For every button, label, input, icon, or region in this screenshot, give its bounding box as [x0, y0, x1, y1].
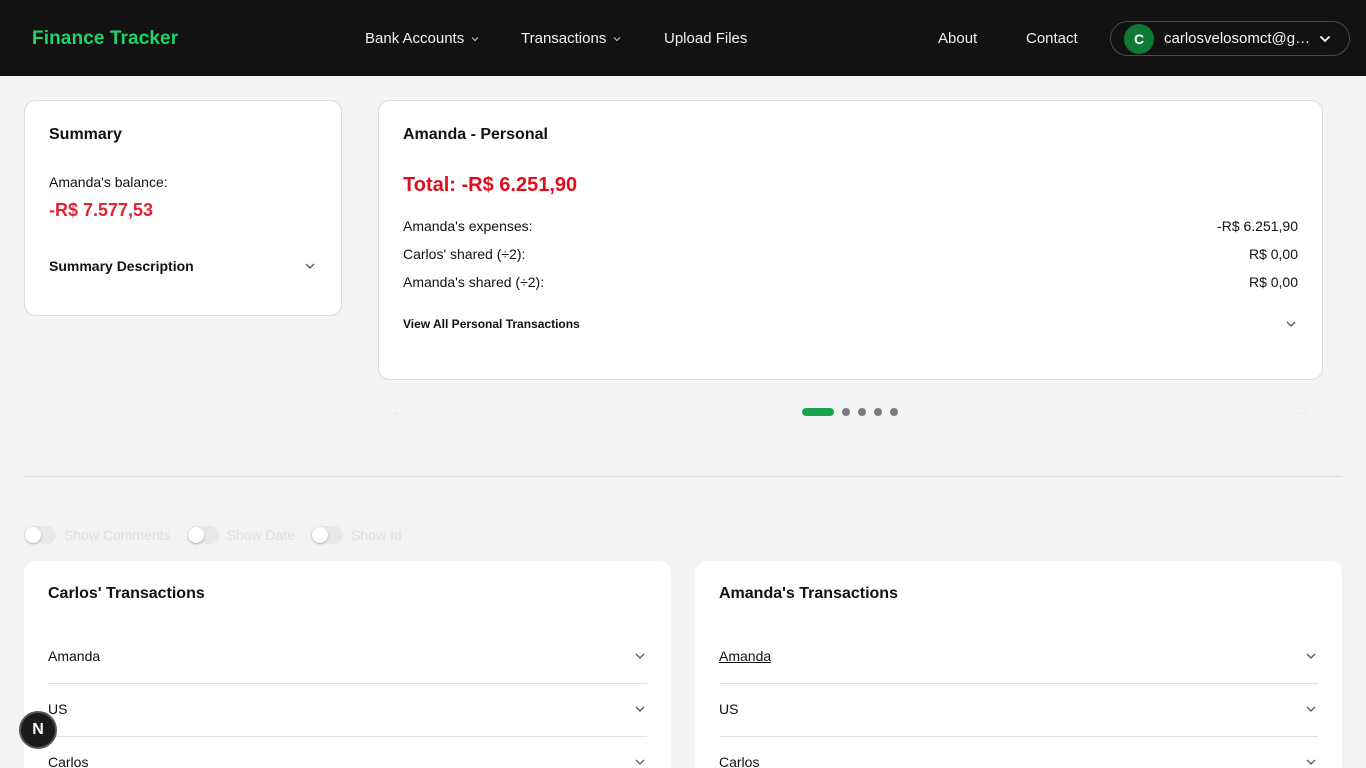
show-date-toggle[interactable]: Show Date	[186, 526, 296, 544]
divider	[48, 683, 647, 684]
avatar: C	[1124, 23, 1154, 54]
chevron-down-icon	[1306, 653, 1316, 659]
row-value: R$ 0,00	[1248, 274, 1298, 290]
summary-description-toggle[interactable]: Summary Description	[49, 258, 317, 274]
carlos-transactions-panel: Carlos' Transactions Amanda US Carlos	[24, 561, 671, 768]
chevron-down-icon	[1306, 759, 1316, 765]
row-label: Carlos' shared (÷2):	[403, 246, 526, 262]
nav-bank-accounts-label: Bank Accounts	[365, 30, 465, 47]
dev-tools-badge[interactable]: N	[19, 711, 57, 749]
chevron-down-icon	[635, 653, 645, 659]
group-label: Amanda	[48, 648, 101, 664]
expense-row: Carlos' shared (÷2): R$ 0,00	[403, 246, 1298, 262]
toggle-switch[interactable]	[311, 526, 344, 544]
summary-description-label: Summary Description	[49, 258, 194, 274]
amanda-transactions-panel: Amanda's Transactions Amanda US Carlos	[695, 561, 1342, 768]
summary-card: Summary Amanda's balance: -R$ 7.577,53 S…	[24, 100, 342, 316]
chevron-down-icon	[471, 36, 479, 41]
nav-contact[interactable]: Contact	[1026, 30, 1078, 47]
group-label: Amanda	[719, 648, 772, 664]
group-label: Carlos	[719, 754, 760, 768]
nav-bank-accounts[interactable]: Bank Accounts	[365, 30, 480, 47]
personal-card-title: Amanda - Personal	[403, 126, 548, 143]
toggle-switch[interactable]	[186, 526, 219, 544]
chevron-down-icon	[1286, 321, 1296, 327]
panel-title: Carlos' Transactions	[48, 585, 205, 602]
brand-logo[interactable]: Finance Tracker	[32, 28, 178, 50]
toggle-label: Show Date	[226, 527, 296, 543]
transaction-group-carlos[interactable]: Carlos	[719, 754, 1318, 768]
view-all-label: View All Personal Transactions	[403, 317, 580, 331]
group-label: US	[48, 701, 68, 717]
chevron-down-icon	[613, 36, 621, 41]
carousel-dot[interactable]	[874, 408, 882, 416]
personal-summary-card: Amanda - Personal Total: -R$ 6.251,90 Am…	[378, 100, 1323, 380]
carousel-dot[interactable]	[802, 408, 834, 416]
nav-transactions[interactable]: Transactions	[521, 30, 622, 47]
nav-upload-files-label: Upload Files	[664, 30, 748, 47]
show-comments-toggle[interactable]: Show Comments	[24, 526, 171, 544]
carousel-indicators	[802, 408, 898, 416]
chevron-down-icon	[635, 706, 645, 712]
expense-row: Amanda's shared (÷2): R$ 0,00	[403, 274, 1298, 290]
chevron-down-icon	[635, 759, 645, 765]
display-toggles: Show Comments Show Date Show Id	[24, 526, 418, 544]
nav-about-label: About	[938, 30, 978, 47]
top-navbar: Finance Tracker Bank Accounts Transactio…	[0, 0, 1366, 76]
group-label: Carlos	[48, 754, 89, 768]
nav-upload-files[interactable]: Upload Files	[664, 30, 747, 47]
group-label: US	[719, 701, 739, 717]
badge-letter: N	[32, 721, 44, 738]
row-label: Amanda's expenses:	[403, 218, 533, 234]
transaction-group-amanda[interactable]: Amanda	[48, 648, 647, 664]
chevron-down-icon	[305, 263, 315, 269]
carousel-next-button[interactable]: →	[1296, 403, 1310, 419]
row-value: R$ 0,00	[1248, 246, 1298, 262]
transaction-group-amanda[interactable]: Amanda	[719, 648, 1318, 664]
carousel-dot[interactable]	[858, 408, 866, 416]
divider	[48, 736, 647, 737]
panel-title: Amanda's Transactions	[719, 585, 898, 602]
carousel-dot[interactable]	[890, 408, 898, 416]
transaction-group-carlos[interactable]: Carlos	[48, 754, 647, 768]
user-email: carlosvelosomct@gmail.com	[1164, 30, 1312, 47]
divider	[719, 736, 1318, 737]
nav-about[interactable]: About	[938, 30, 977, 47]
summary-title: Summary	[49, 126, 122, 143]
user-menu-button[interactable]: C carlosvelosomct@gmail.com	[1110, 21, 1350, 56]
nav-contact-label: Contact	[1026, 30, 1078, 47]
divider	[719, 683, 1318, 684]
row-value: -R$ 6.251,90	[1217, 218, 1298, 234]
chevron-down-icon	[1306, 706, 1316, 712]
nav-transactions-label: Transactions	[521, 30, 607, 47]
balance-value: -R$ 7.577,53	[49, 200, 154, 220]
balance-label: Amanda's balance:	[49, 174, 168, 190]
transaction-group-us[interactable]: US	[719, 701, 1318, 717]
carousel-dot[interactable]	[842, 408, 850, 416]
toggle-label: Show Comments	[64, 527, 171, 543]
expense-row: Amanda's expenses: -R$ 6.251,90	[403, 218, 1298, 234]
chevron-down-icon	[1320, 35, 1330, 42]
toggle-switch[interactable]	[24, 526, 56, 544]
personal-total: Total: -R$ 6.251,90	[403, 174, 578, 196]
row-label: Amanda's shared (÷2):	[403, 274, 545, 290]
toggle-label: Show Id	[351, 527, 402, 543]
transaction-group-us[interactable]: US	[48, 701, 647, 717]
view-all-personal-toggle[interactable]: View All Personal Transactions	[403, 317, 1298, 331]
carousel-prev-button[interactable]: ←	[392, 403, 406, 419]
show-id-toggle[interactable]: Show Id	[311, 526, 402, 544]
section-divider	[24, 476, 1342, 477]
